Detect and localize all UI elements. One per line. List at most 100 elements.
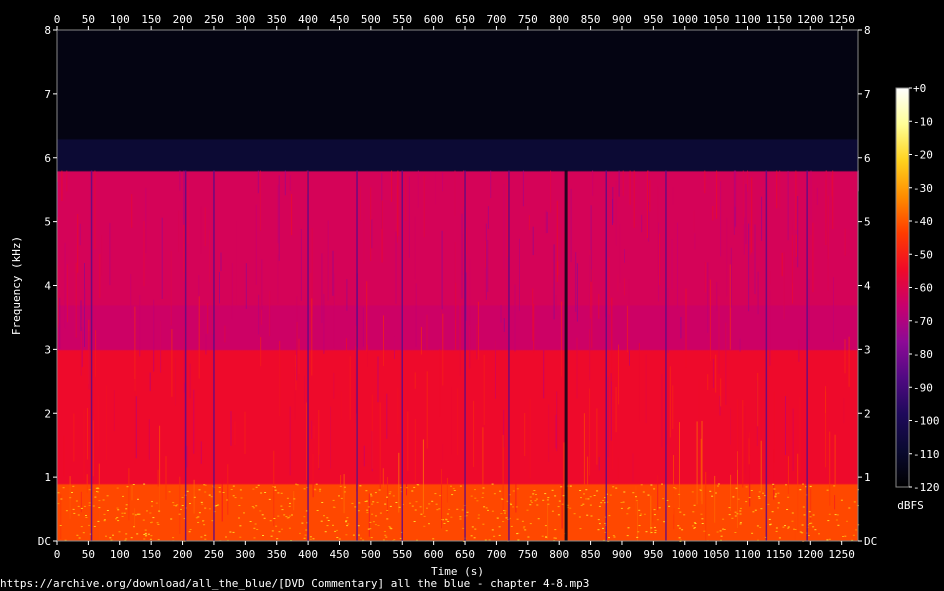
harmonic-fleck (711, 495, 714, 497)
dropout-line (184, 170, 187, 542)
texture-streak (749, 432, 751, 456)
texture-streak (313, 425, 315, 439)
texture-streak (477, 301, 479, 360)
texture-streak (500, 304, 502, 323)
harmonic-fleck (799, 489, 802, 491)
harmonic-fleck (807, 535, 810, 536)
harmonic-fleck (837, 524, 840, 526)
harmonic-fleck (334, 530, 337, 532)
texture-streak (139, 295, 141, 357)
texture-streak (258, 294, 260, 335)
texture-streak (813, 184, 815, 200)
texture-streak (652, 508, 654, 523)
harmonic-fleck (386, 518, 389, 520)
harmonic-fleck (88, 505, 91, 506)
texture-streak (553, 244, 555, 320)
harmonic-fleck (249, 521, 252, 522)
harmonic-fleck (650, 532, 653, 533)
texture-streak (408, 176, 410, 258)
harmonic-fleck (526, 509, 529, 511)
harmonic-fleck (57, 503, 60, 505)
texture-streak (381, 200, 383, 263)
harmonic-fleck (456, 508, 459, 510)
dropout-line (401, 170, 403, 542)
harmonic-fleck (239, 536, 242, 538)
texture-streak (161, 217, 163, 299)
harmonic-fleck (180, 508, 182, 510)
texture-streak (812, 222, 814, 293)
harmonic-fleck (734, 532, 737, 533)
texture-streak (397, 387, 399, 435)
harmonic-fleck (121, 516, 124, 517)
texture-streak (323, 294, 325, 354)
harmonic-fleck (85, 515, 87, 516)
texture-streak (220, 252, 222, 272)
harmonic-fleck (303, 516, 306, 518)
harmonic-fleck (274, 489, 277, 491)
harmonic-fleck (57, 492, 60, 494)
harmonic-fleck (144, 532, 147, 534)
harmonic-fleck (62, 487, 65, 489)
harmonic-fleck (260, 492, 263, 494)
x-tick-label-bottom: 750 (518, 548, 538, 561)
harmonic-fleck (443, 523, 446, 524)
harmonic-fleck (474, 528, 477, 530)
dropout-line (213, 170, 215, 542)
harmonic-fleck (239, 525, 242, 527)
harmonic-fleck (277, 515, 280, 517)
harmonic-fleck (734, 511, 737, 513)
harmonic-fleck (379, 512, 382, 514)
texture-streak (366, 281, 368, 352)
harmonic-fleck (473, 537, 476, 539)
harmonic-fleck (476, 500, 479, 502)
harmonic-fleck (462, 527, 465, 529)
harmonic-fleck (78, 537, 81, 539)
harmonic-fleck (642, 491, 645, 493)
texture-streak (454, 170, 456, 217)
colorbar-tick-label: -60 (913, 282, 933, 295)
harmonic-fleck (650, 527, 653, 529)
texture-streak (751, 177, 753, 253)
harmonic-fleck (602, 500, 605, 501)
harmonic-fleck (157, 524, 160, 525)
harmonic-fleck (103, 519, 106, 521)
texture-streak (135, 396, 137, 459)
texture-streak (610, 373, 612, 441)
colorbar-tick-label: -30 (913, 182, 933, 195)
texture-streak (550, 170, 552, 213)
texture-streak (273, 450, 275, 527)
harmonic-fleck (176, 504, 179, 506)
harmonic-fleck (791, 520, 794, 522)
texture-streak (757, 271, 759, 315)
y-tick-label-right: 5 (864, 216, 871, 229)
harmonic-fleck (723, 529, 726, 530)
harmonic-fleck (388, 493, 391, 495)
harmonic-fleck (745, 486, 748, 488)
harmonic-fleck (853, 501, 856, 503)
spectrogram-plot (57, 30, 860, 542)
x-tick-label-bottom: 50 (82, 548, 95, 561)
harmonic-fleck (431, 500, 434, 502)
texture-streak (386, 393, 388, 439)
harmonic-fleck (678, 537, 681, 539)
texture-streak (269, 291, 271, 337)
texture-streak (657, 186, 659, 276)
harmonic-fleck (471, 526, 474, 528)
harmonic-fleck (612, 535, 615, 537)
harmonic-fleck (238, 517, 240, 519)
harmonic-fleck (728, 514, 731, 516)
texture-streak (236, 221, 237, 305)
texture-streak (61, 170, 63, 201)
x-tick-label-bottom: 650 (455, 548, 475, 561)
harmonic-fleck (836, 514, 839, 516)
texture-streak (327, 220, 329, 301)
harmonic-fleck (827, 520, 830, 522)
harmonic-fleck (196, 516, 199, 518)
texture-streak (58, 293, 60, 324)
harmonic-fleck (787, 496, 790, 498)
texture-streak (503, 184, 505, 270)
texture-streak (485, 223, 487, 300)
texture-streak (760, 440, 762, 492)
harmonic-fleck (343, 491, 346, 493)
texture-streak (159, 425, 161, 514)
